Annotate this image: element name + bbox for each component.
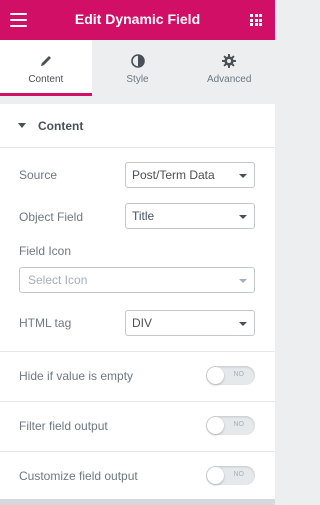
field-icon-placeholder: Select Icon xyxy=(28,273,88,287)
source-label: Source xyxy=(19,168,58,182)
panel-footer-edge xyxy=(0,499,275,505)
tab-advanced-label: Advanced xyxy=(206,74,252,85)
toggle-state-text: NO xyxy=(233,371,245,378)
panel-header: Edit Dynamic Field xyxy=(0,0,275,40)
caret-down-icon xyxy=(18,123,26,128)
toggle-knob xyxy=(207,467,224,484)
divider xyxy=(0,451,275,452)
dropdown-arrow-icon xyxy=(239,322,247,326)
hide-if-empty-toggle[interactable]: NO xyxy=(206,366,255,385)
field-icon-select[interactable]: Select Icon xyxy=(19,267,255,293)
hide-if-empty-label: Hide if value is empty xyxy=(19,369,134,383)
widgets-grid-icon[interactable] xyxy=(250,14,262,26)
object-field-select[interactable]: Title xyxy=(125,203,255,229)
divider xyxy=(0,401,275,402)
toggle-state-text: NO xyxy=(233,421,245,428)
tab-style-label: Style xyxy=(126,74,149,85)
filter-output-toggle[interactable]: NO xyxy=(206,416,255,435)
pencil-icon xyxy=(39,54,53,68)
content-panel: Content Source Post/Term Data Object Fie… xyxy=(0,104,275,499)
html-tag-select[interactable]: DIV xyxy=(125,310,255,336)
dropdown-arrow-icon xyxy=(239,279,247,283)
source-select[interactable]: Post/Term Data xyxy=(125,162,255,188)
object-field-value: Title xyxy=(132,209,155,223)
toggle-state-text: NO xyxy=(233,471,245,478)
panel-tabs: Content Style Advanced xyxy=(0,40,275,96)
source-value: Post/Term Data xyxy=(132,168,215,182)
dropdown-arrow-icon xyxy=(239,174,247,178)
contrast-icon xyxy=(130,54,145,68)
divider xyxy=(0,351,275,352)
toggle-knob xyxy=(207,367,224,384)
html-tag-label: HTML tag xyxy=(19,316,72,330)
tab-style[interactable]: Style xyxy=(92,40,184,96)
tab-advanced[interactable]: Advanced xyxy=(183,40,275,96)
dropdown-arrow-icon xyxy=(239,215,247,219)
object-field-label: Object Field xyxy=(19,210,84,224)
panel-title: Edit Dynamic Field xyxy=(74,11,201,27)
section-toggle-content[interactable]: Content xyxy=(0,104,275,148)
tab-content[interactable]: Content xyxy=(0,40,92,96)
customize-output-label: Customize field output xyxy=(19,469,138,483)
filter-output-label: Filter field output xyxy=(19,419,108,433)
field-icon-label: Field Icon xyxy=(19,244,72,258)
customize-output-toggle[interactable]: NO xyxy=(206,466,255,485)
toggle-knob xyxy=(207,417,224,434)
section-title: Content xyxy=(38,118,84,133)
gear-icon xyxy=(222,54,237,68)
tab-content-label: Content xyxy=(28,74,64,85)
html-tag-value: DIV xyxy=(132,316,153,330)
